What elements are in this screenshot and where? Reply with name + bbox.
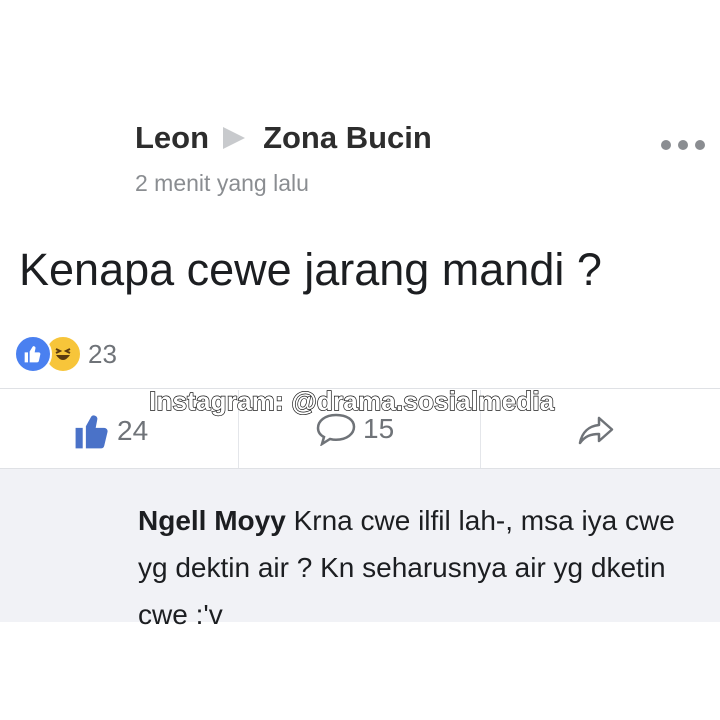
like-button[interactable]: 24	[73, 412, 148, 450]
comment: Ngell Moyy Krna cwe ilfil lah-, msa iya …	[138, 497, 698, 638]
like-reaction-icon	[14, 335, 52, 373]
author-name[interactable]: Leon	[135, 120, 209, 156]
comment-section: Ngell Moyy Krna cwe ilfil lah-, msa iya …	[0, 469, 720, 630]
comment-bubble-icon	[316, 413, 356, 446]
comment-count: 15	[363, 413, 395, 444]
share-arrow-icon	[223, 127, 246, 149]
post-header: Leon Zona Bucin 2 menit yang lalu	[135, 120, 432, 197]
post-timestamp[interactable]: 2 menit yang lalu	[135, 170, 432, 197]
thumbs-up-icon	[75, 415, 108, 449]
share-arrow-icon	[578, 416, 614, 445]
share-button[interactable]	[577, 415, 615, 447]
reaction-count: 23	[88, 338, 117, 369]
like-count: 24	[117, 415, 149, 446]
group-name[interactable]: Zona Bucin	[263, 120, 432, 156]
watermark-text: Instagram: @drama.sosialmedia	[148, 385, 555, 416]
reactions-summary[interactable]: 23	[14, 335, 117, 373]
comment-button[interactable]: 15	[315, 412, 394, 446]
more-options-icon[interactable]	[661, 140, 705, 150]
comment-author[interactable]: Ngell Moyy	[138, 505, 286, 536]
post-names: Leon Zona Bucin	[135, 120, 432, 156]
post-text: Kenapa cewe jarang mandi ?	[19, 244, 602, 295]
